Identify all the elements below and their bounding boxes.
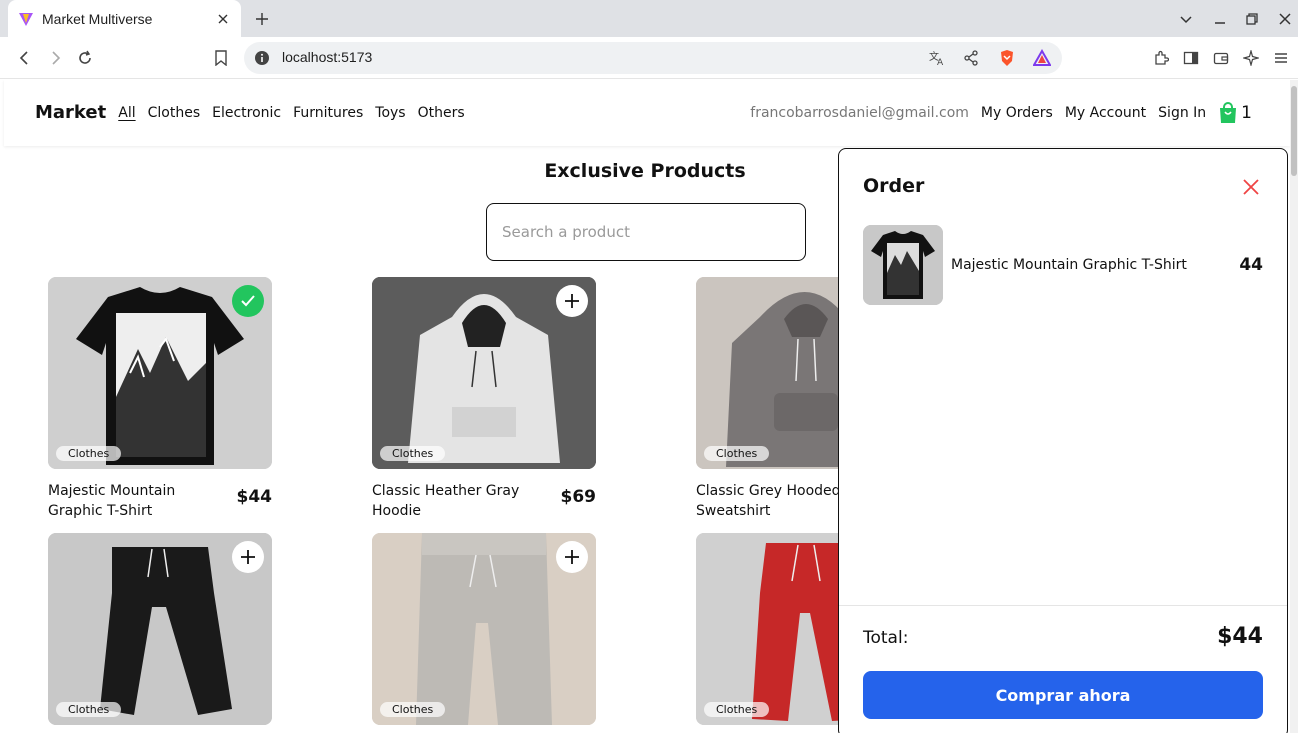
site-info-icon[interactable] (252, 48, 272, 68)
brave-shields-icon[interactable] (997, 48, 1017, 68)
tab-title: Market Multiverse (42, 10, 153, 27)
add-to-cart-icon[interactable] (556, 541, 588, 573)
product-price: $44 (236, 487, 273, 507)
bookmark-icon[interactable] (210, 47, 232, 69)
my-account-link[interactable]: My Account (1065, 105, 1146, 121)
extensions-icon[interactable] (1150, 47, 1172, 69)
brand-logo[interactable]: Market (35, 102, 106, 123)
back-icon[interactable] (14, 47, 36, 69)
page-scrollbar[interactable] (1290, 80, 1298, 733)
brave-rewards-icon[interactable] (1032, 48, 1052, 68)
browser-tabbar: Market Multiverse (0, 0, 1298, 37)
translate-icon[interactable]: 文A (927, 48, 947, 68)
nav-link-all[interactable]: All (118, 105, 135, 121)
total-value: $44 (1217, 624, 1263, 649)
nav-link-electronic[interactable]: Electronic (212, 105, 281, 121)
navbar: Market All Clothes Electronic Furnitures… (4, 80, 1290, 146)
tab-close-icon[interactable] (215, 11, 231, 27)
shopping-bag-icon[interactable] (1218, 102, 1238, 124)
product-card[interactable]: Clothes Majestic Mountain Graphic T-Shir… (48, 277, 272, 521)
browser-tab[interactable]: Market Multiverse (8, 0, 241, 37)
scrollbar-thumb[interactable] (1291, 86, 1297, 176)
leo-ai-icon[interactable] (1240, 47, 1262, 69)
order-item-price: 44 (1239, 255, 1263, 275)
check-icon[interactable] (232, 285, 264, 317)
product-name: Majestic Mountain Graphic T-Shirt (48, 483, 176, 519)
user-email: francobarrosdaniel@gmail.com (750, 105, 969, 121)
product-card[interactable]: Clothes (372, 533, 596, 725)
product-info: Classic Heather Gray Hoodie $69 (372, 481, 596, 521)
order-item-image (863, 225, 943, 305)
product-image-tshirt[interactable]: Clothes (48, 277, 272, 469)
browser-toolbar: localhost:5173 文A (0, 37, 1298, 79)
close-icon[interactable] (1240, 176, 1262, 198)
product-info: Majestic Mountain Graphic T-Shirt $44 (48, 481, 272, 521)
new-tab-icon[interactable] (252, 9, 272, 29)
product-name: Classic Heather Gray Hoodie (372, 483, 520, 519)
address-bar[interactable]: localhost:5173 文A (244, 42, 1062, 74)
category-badge: Clothes (380, 702, 446, 717)
url-text: localhost:5173 (282, 49, 373, 65)
category-badge: Clothes (380, 446, 446, 461)
page-title-text: Exclusive Products (544, 160, 746, 182)
order-panel: Order Majestic Mountain Graphic T-Shirt … (838, 148, 1288, 733)
close-window-icon[interactable] (1275, 9, 1295, 29)
nav-link-toys[interactable]: Toys (375, 105, 405, 121)
nav-link-others[interactable]: Others (418, 105, 465, 121)
forward-icon[interactable] (44, 47, 66, 69)
product-card[interactable]: Clothes Classic Heather Gray Hoodie $69 (372, 277, 596, 521)
product-card[interactable]: Clothes (48, 533, 272, 725)
order-item-name: Majestic Mountain Graphic T-Shirt (951, 257, 1187, 273)
nav-left: Market All Clothes Electronic Furnitures… (35, 102, 477, 123)
reload-icon[interactable] (74, 47, 96, 69)
buy-now-button[interactable]: Comprar ahora (863, 671, 1263, 719)
order-title: Order (863, 175, 925, 197)
product-image-hoodie[interactable]: Clothes (372, 277, 596, 469)
category-badge: Clothes (704, 702, 770, 717)
category-badge: Clothes (704, 446, 770, 461)
sidebar-icon[interactable] (1180, 47, 1202, 69)
sign-in-link[interactable]: Sign In (1158, 105, 1206, 121)
wallet-icon[interactable] (1210, 47, 1232, 69)
add-to-cart-icon[interactable] (556, 285, 588, 317)
add-to-cart-icon[interactable] (232, 541, 264, 573)
my-orders-link[interactable]: My Orders (981, 105, 1053, 121)
total-label: Total: (863, 628, 909, 648)
share-icon[interactable] (961, 48, 981, 68)
nav-right: francobarrosdaniel@gmail.com My Orders M… (750, 102, 1252, 124)
page: Market All Clothes Electronic Furnitures… (0, 80, 1290, 733)
search-input[interactable] (486, 203, 806, 261)
product-image-black-pants[interactable]: Clothes (48, 533, 272, 725)
minimize-icon[interactable] (1210, 9, 1230, 29)
nav-link-clothes[interactable]: Clothes (148, 105, 201, 121)
menu-icon[interactable] (1270, 47, 1292, 69)
nav-link-furnitures[interactable]: Furnitures (293, 105, 363, 121)
svg-text:A: A (937, 58, 944, 67)
tab-list-icon[interactable] (1176, 9, 1196, 29)
cart-count: 1 (1241, 103, 1252, 123)
category-badge: Clothes (56, 702, 122, 717)
order-item: Majestic Mountain Graphic T-Shirt 44 (863, 225, 1263, 305)
restore-icon[interactable] (1242, 9, 1262, 29)
product-image-grey-pants[interactable]: Clothes (372, 533, 596, 725)
category-badge: Clothes (56, 446, 122, 461)
vite-logo-icon (18, 11, 34, 27)
order-footer: Total: $44 Comprar ahora (839, 605, 1287, 733)
product-price: $69 (560, 487, 597, 507)
